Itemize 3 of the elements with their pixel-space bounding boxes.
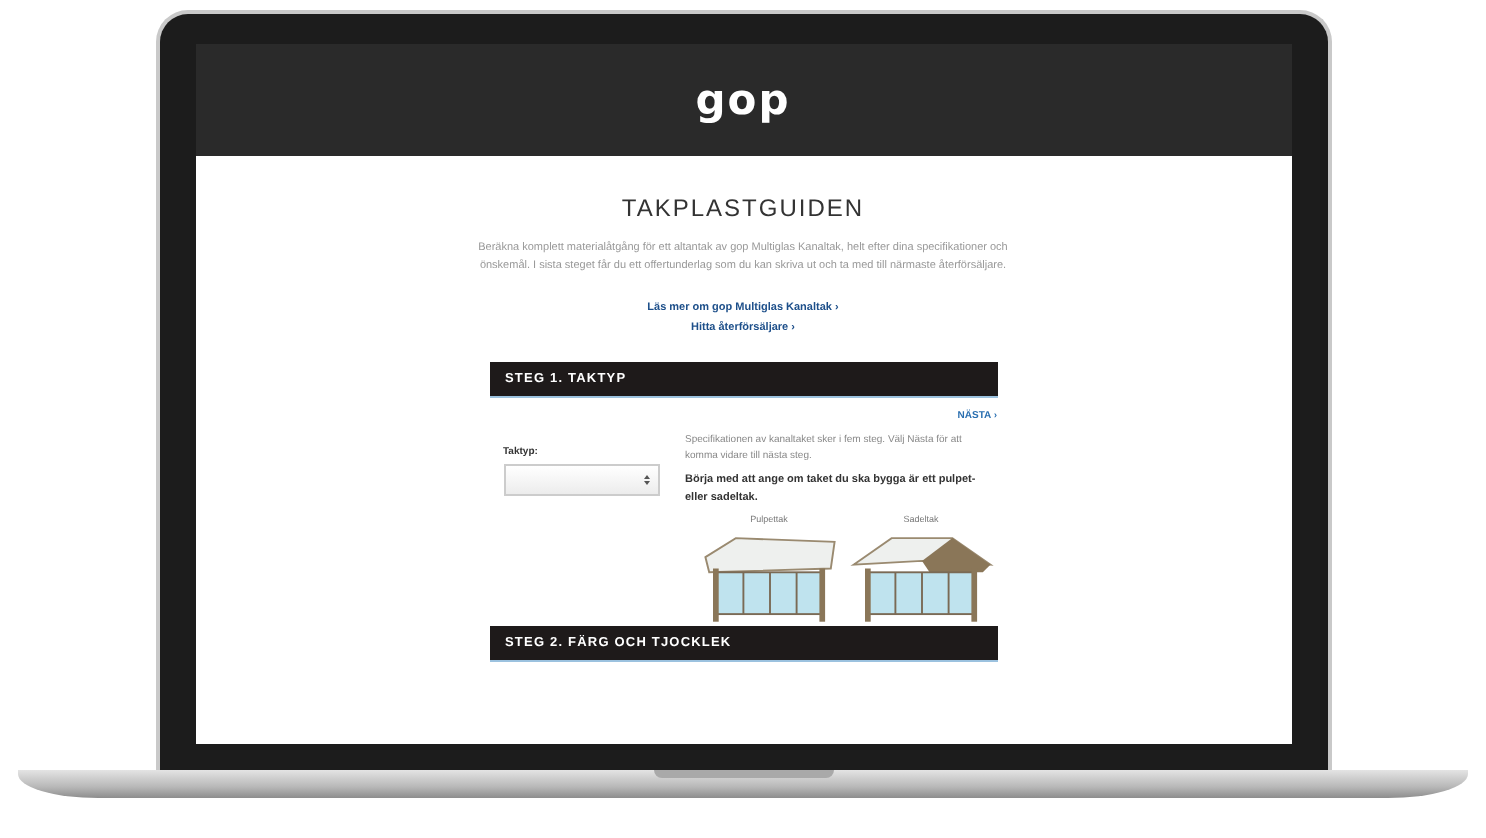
page-title: TAKPLASTGUIDEN	[621, 194, 865, 222]
select-arrows-icon	[643, 474, 649, 486]
site-logo[interactable]: gop	[695, 76, 791, 124]
